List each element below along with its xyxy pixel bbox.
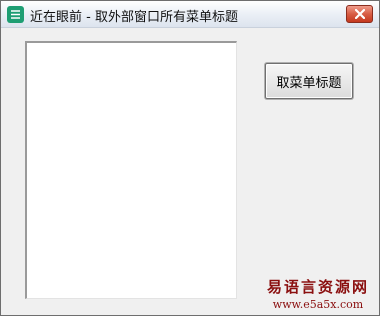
watermark: 易语言资源网 www.e5a5x.com <box>259 276 377 311</box>
watermark-url: www.e5a5x.com <box>272 298 364 311</box>
title-bar[interactable]: 近在眼前 - 取外部窗口所有菜单标题 <box>1 1 379 28</box>
close-icon <box>354 9 365 19</box>
get-menu-titles-button[interactable]: 取菜单标题 <box>265 63 353 99</box>
watermark-site-name: 易语言资源网 <box>266 278 369 296</box>
close-button[interactable] <box>346 5 373 23</box>
app-logo-icon <box>7 6 24 23</box>
window-title: 近在眼前 - 取外部窗口所有菜单标题 <box>30 10 238 25</box>
menu-title-listbox[interactable] <box>25 41 237 299</box>
app-window: 近在眼前 - 取外部窗口所有菜单标题 取菜单标题 易语言资源网 www.e5a5… <box>0 0 380 316</box>
